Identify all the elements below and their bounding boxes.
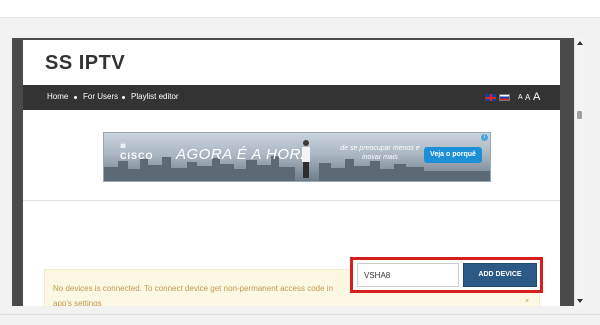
ad-banner[interactable]: ılıılı CISCO AGORA É A HORA de se preocu…	[103, 132, 491, 182]
ad-tagline: de se preocupar menos e inovar mais	[340, 145, 420, 161]
nav-separator	[74, 96, 77, 99]
font-size-large-button[interactable]: A	[533, 91, 540, 103]
add-device-form: ADD DEVICE	[350, 257, 543, 293]
access-code-input[interactable]	[357, 263, 459, 287]
adchoices-icon[interactable]: i	[481, 134, 488, 141]
english-flag-icon[interactable]	[485, 94, 496, 101]
nav-separator	[122, 96, 125, 99]
page-content: SS IPTV Home For Users Playlist editor A…	[23, 40, 560, 306]
ad-cta-button[interactable]: Veja o porquê	[424, 147, 482, 163]
alert-message: No devices is connected. To connect devi…	[53, 284, 334, 306]
bottom-divider	[0, 314, 600, 315]
scroll-down-arrow-icon[interactable]	[577, 299, 583, 303]
scroll-thumb[interactable]	[577, 111, 582, 119]
font-size-small-button[interactable]: A	[518, 94, 523, 101]
ad-brand: CISCO	[120, 151, 154, 161]
browser-top-bar	[0, 0, 600, 18]
section-divider	[23, 200, 560, 201]
businessman-figure-image	[302, 140, 310, 178]
ad-banner-image[interactable]: ılıılı CISCO AGORA É A HORA de se preocu…	[103, 132, 491, 182]
nav-item-for-users[interactable]: For Users	[83, 92, 118, 101]
font-size-medium-button[interactable]: A	[525, 93, 530, 102]
add-device-button[interactable]: ADD DEVICE	[463, 263, 537, 287]
main-nav: Home For Users Playlist editor A A A	[23, 85, 560, 110]
nav-item-home[interactable]: Home	[47, 92, 68, 101]
site-logo[interactable]: SS IPTV	[45, 52, 125, 75]
ad-headline: AGORA É A HORA	[176, 146, 312, 163]
scroll-up-arrow-icon[interactable]	[577, 41, 583, 45]
vertical-scrollbar[interactable]	[574, 38, 584, 306]
nav-item-playlist-editor[interactable]: Playlist editor	[131, 92, 179, 101]
russian-flag-icon[interactable]	[499, 94, 510, 101]
cisco-logo-icon: ılıılı	[120, 143, 126, 150]
alert-close-icon[interactable]: ×	[525, 298, 529, 305]
